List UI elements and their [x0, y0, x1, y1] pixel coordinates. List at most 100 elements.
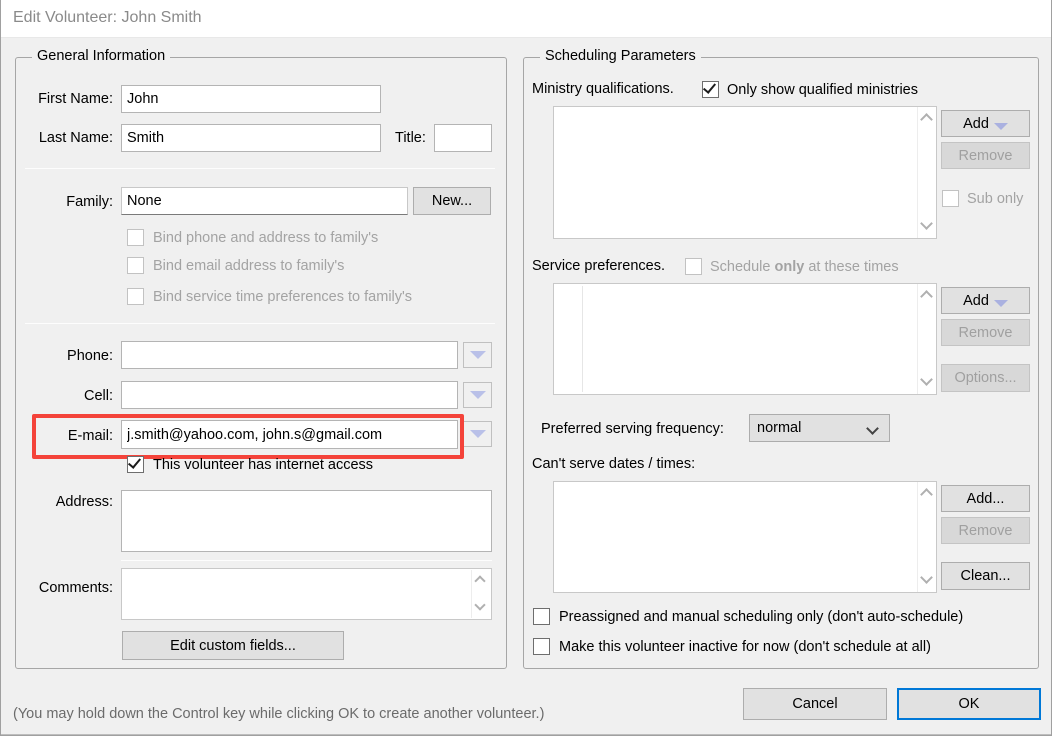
schedule-only-bold: only — [774, 259, 805, 275]
make-inactive-checkbox-row[interactable]: Make this volunteer inactive for now (do… — [533, 638, 1023, 658]
cant-serve-remove-button[interactable]: Remove — [941, 517, 1030, 544]
frequency-select[interactable]: normal — [749, 414, 890, 442]
schedule-only-checkbox-row[interactable]: Schedule only at these times — [685, 258, 985, 278]
phone-dropdown-button[interactable] — [463, 342, 492, 368]
first-name-label: First Name: — [38, 91, 113, 107]
last-name-label: Last Name: — [38, 130, 113, 146]
scroll-down-icon[interactable] — [920, 217, 933, 230]
scroll-down-icon[interactable] — [920, 571, 933, 584]
section-divider-1 — [25, 168, 495, 169]
bind-phone-address-checkbox-row[interactable]: Bind phone and address to family's — [127, 229, 487, 249]
bind-phone-address-checkbox[interactable] — [127, 229, 144, 246]
service-preferences-add-button[interactable]: Add — [941, 287, 1030, 314]
new-family-button[interactable]: New... — [413, 187, 491, 215]
chevron-down-icon — [469, 430, 486, 438]
preassigned-only-checkbox[interactable] — [533, 608, 550, 625]
preassigned-only-label: Preassigned and manual scheduling only (… — [559, 609, 964, 625]
cant-serve-scrollbar[interactable] — [917, 482, 936, 592]
scroll-down-icon[interactable] — [474, 599, 486, 611]
bind-email-checkbox-row[interactable]: Bind email address to family's — [127, 257, 487, 277]
scroll-down-icon[interactable] — [920, 373, 933, 386]
chevron-down-icon — [993, 122, 1008, 130]
section-divider-3 — [121, 560, 492, 561]
family-input[interactable] — [121, 187, 408, 215]
cell-label: Cell: — [83, 388, 113, 404]
ministry-list-scrollbar[interactable] — [917, 107, 936, 238]
schedule-only-checkbox[interactable] — [685, 258, 702, 275]
service-preferences-remove-button[interactable]: Remove — [941, 319, 1030, 346]
scroll-up-icon[interactable] — [920, 113, 933, 126]
cell-input[interactable] — [121, 381, 458, 409]
make-inactive-label: Make this volunteer inactive for now (do… — [559, 639, 931, 655]
cant-serve-add-button[interactable]: Add... — [941, 485, 1030, 512]
address-label: Address: — [55, 494, 113, 510]
check-icon — [702, 80, 717, 94]
title-input[interactable] — [434, 124, 492, 152]
preassigned-only-checkbox-row[interactable]: Preassigned and manual scheduling only (… — [533, 608, 1023, 628]
bind-service-times-checkbox[interactable] — [127, 288, 144, 305]
phone-label: Phone: — [67, 348, 113, 364]
scroll-up-icon[interactable] — [920, 488, 933, 501]
service-preferences-add-label: Add — [963, 292, 989, 309]
service-preferences-scrollbar[interactable] — [917, 284, 936, 394]
comments-scrollbar[interactable] — [471, 570, 490, 618]
cancel-button[interactable]: Cancel — [743, 688, 887, 720]
comments-label: Comments: — [38, 580, 113, 596]
address-textarea[interactable] — [121, 490, 492, 552]
internet-access-checkbox-row[interactable]: This volunteer has internet access — [127, 455, 447, 476]
scroll-up-icon[interactable] — [474, 575, 486, 587]
cant-serve-label: Can't serve dates / times: — [532, 456, 696, 472]
chevron-down-icon — [469, 351, 486, 359]
check-icon — [127, 455, 142, 469]
control-key-hint: (You may hold down the Control key while… — [13, 706, 545, 722]
only-show-qualified-label: Only show qualified ministries — [727, 82, 918, 98]
window-bottom-edge — [1, 734, 1051, 735]
ministry-add-label: Add — [963, 115, 989, 132]
phone-input[interactable] — [121, 341, 458, 369]
ministry-qualifications-list[interactable] — [553, 106, 937, 239]
service-preferences-options-button[interactable]: Options... — [941, 364, 1030, 392]
schedule-only-label: Schedule only at these times — [710, 259, 899, 275]
email-label: E-mail: — [67, 428, 113, 444]
bind-phone-address-label: Bind phone and address to family's — [153, 230, 379, 246]
scroll-up-icon[interactable] — [920, 290, 933, 303]
cant-serve-list[interactable] — [553, 481, 937, 593]
ministry-qualifications-label: Ministry qualifications. — [532, 81, 674, 97]
internet-access-checkbox[interactable] — [127, 455, 144, 473]
frequency-value: normal — [757, 420, 802, 436]
cell-dropdown-button[interactable] — [463, 382, 492, 408]
service-preferences-list[interactable] — [553, 283, 937, 395]
sub-only-label: Sub only — [967, 191, 1024, 207]
ministry-add-button[interactable]: Add — [941, 110, 1030, 137]
family-label: Family: — [66, 194, 113, 210]
chevron-down-icon — [993, 299, 1008, 307]
bind-email-label: Bind email address to family's — [153, 258, 345, 274]
edit-volunteer-dialog: Edit Volunteer: John Smith General Infor… — [0, 0, 1052, 736]
list-column-separator — [582, 286, 583, 392]
chevron-down-icon — [469, 391, 486, 399]
schedule-only-suffix: at these times — [804, 259, 899, 275]
first-name-input[interactable] — [121, 85, 381, 113]
make-inactive-checkbox[interactable] — [533, 638, 550, 655]
cant-serve-clean-button[interactable]: Clean... — [941, 562, 1030, 590]
bind-service-times-label: Bind service time preferences to family'… — [153, 289, 413, 305]
comments-box[interactable] — [121, 568, 492, 620]
scheduling-parameters-legend: Scheduling Parameters — [540, 48, 701, 64]
bind-email-checkbox[interactable] — [127, 257, 144, 274]
ministry-remove-button[interactable]: Remove — [941, 142, 1030, 169]
email-dropdown-button[interactable] — [463, 421, 492, 447]
service-preferences-label: Service preferences. — [532, 258, 665, 274]
schedule-only-prefix: Schedule — [710, 259, 775, 275]
chevron-down-icon — [866, 422, 879, 435]
internet-access-label: This volunteer has internet access — [153, 457, 374, 473]
edit-custom-fields-button[interactable]: Edit custom fields... — [122, 631, 344, 660]
ok-button[interactable]: OK — [897, 688, 1041, 720]
only-show-qualified-checkbox-row[interactable]: Only show qualified ministries — [702, 80, 1002, 101]
email-input[interactable] — [121, 420, 458, 449]
sub-only-checkbox-row[interactable]: Sub only — [942, 190, 1052, 210]
only-show-qualified-checkbox[interactable] — [702, 80, 719, 98]
sub-only-checkbox[interactable] — [942, 190, 959, 207]
last-name-input[interactable] — [121, 124, 381, 152]
frequency-label: Preferred serving frequency: — [541, 421, 724, 437]
bind-service-times-checkbox-row[interactable]: Bind service time preferences to family'… — [127, 288, 507, 308]
